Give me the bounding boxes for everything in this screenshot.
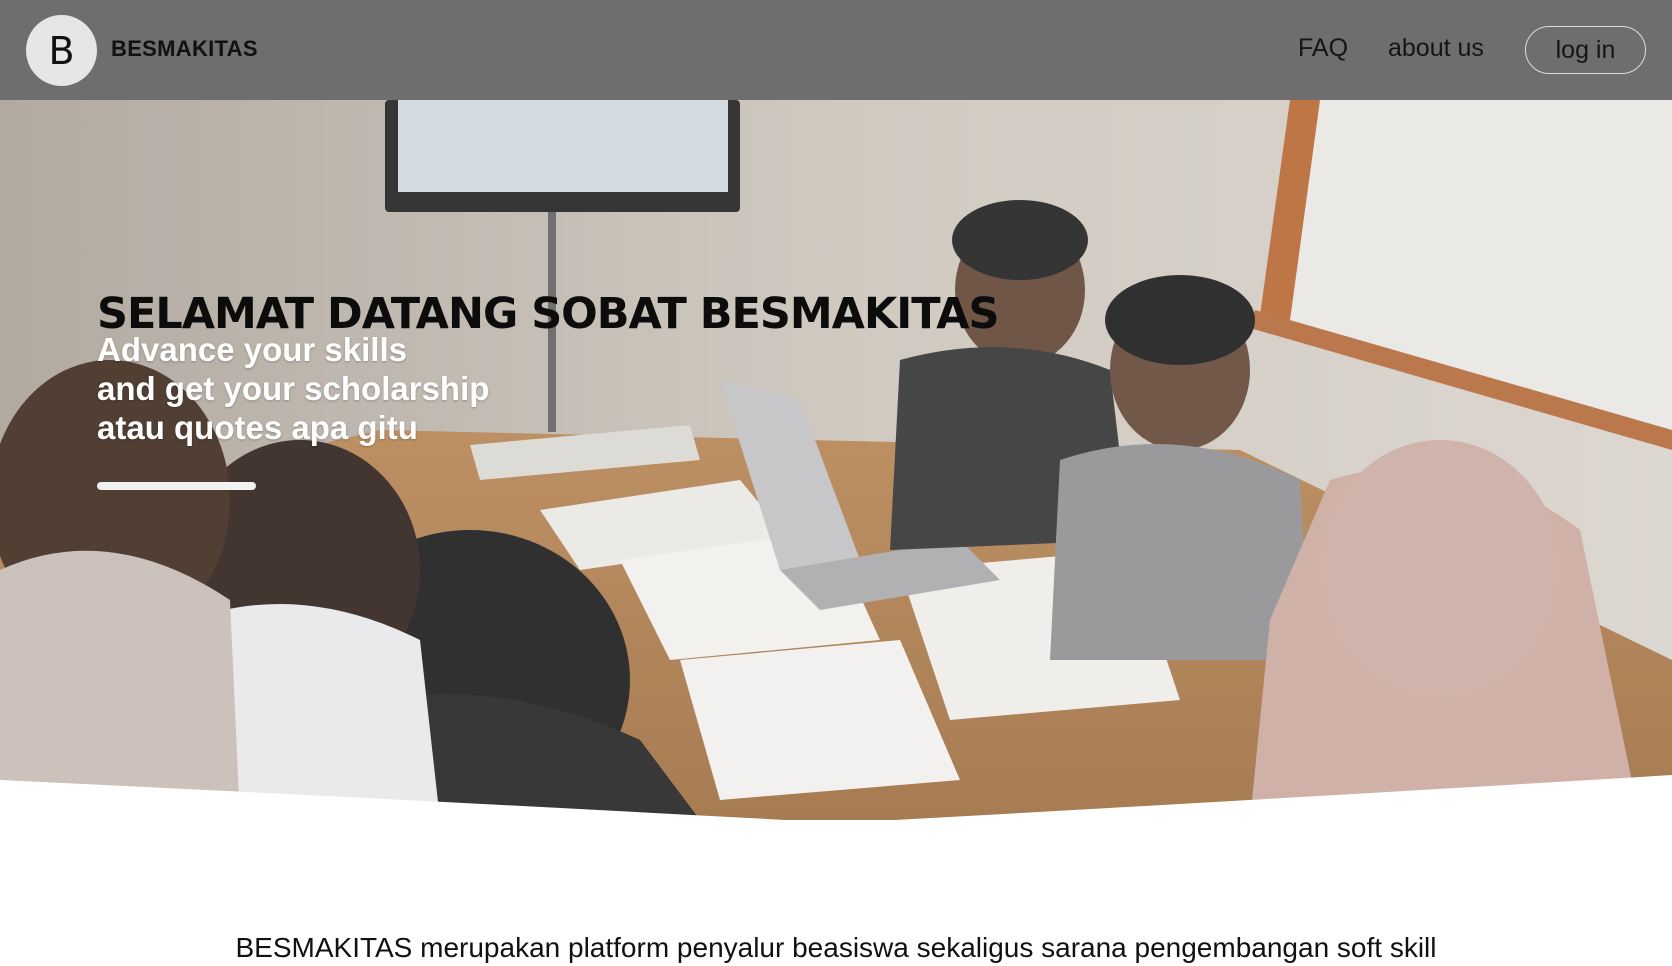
hero-subtitle-line: and get your scholarship (97, 370, 490, 407)
navbar: B BESMAKITAS FAQ about us log in (0, 0, 1672, 100)
hero-section: SELAMAT DATANG SOBAT BESMAKITAS Advance … (0, 100, 1672, 820)
hero-accent-bar (97, 482, 256, 490)
nav-link-faq[interactable]: FAQ (1298, 34, 1348, 63)
hero-subtitle-line: Advance your skills (97, 331, 407, 368)
platform-description: BESMAKITAS merupakan platform penyalur b… (235, 932, 1437, 963)
nav-link-about-us[interactable]: about us (1388, 34, 1484, 63)
logo[interactable]: B (26, 15, 97, 86)
brand-name[interactable]: BESMAKITAS (111, 36, 258, 62)
hero-subtitle: Advance your skills and get your scholar… (97, 330, 489, 447)
login-button[interactable]: log in (1525, 26, 1646, 74)
logo-letter: B (48, 28, 75, 73)
hero-subtitle-line: atau quotes apa gitu (97, 409, 418, 446)
hero-background-image (0, 100, 1672, 820)
